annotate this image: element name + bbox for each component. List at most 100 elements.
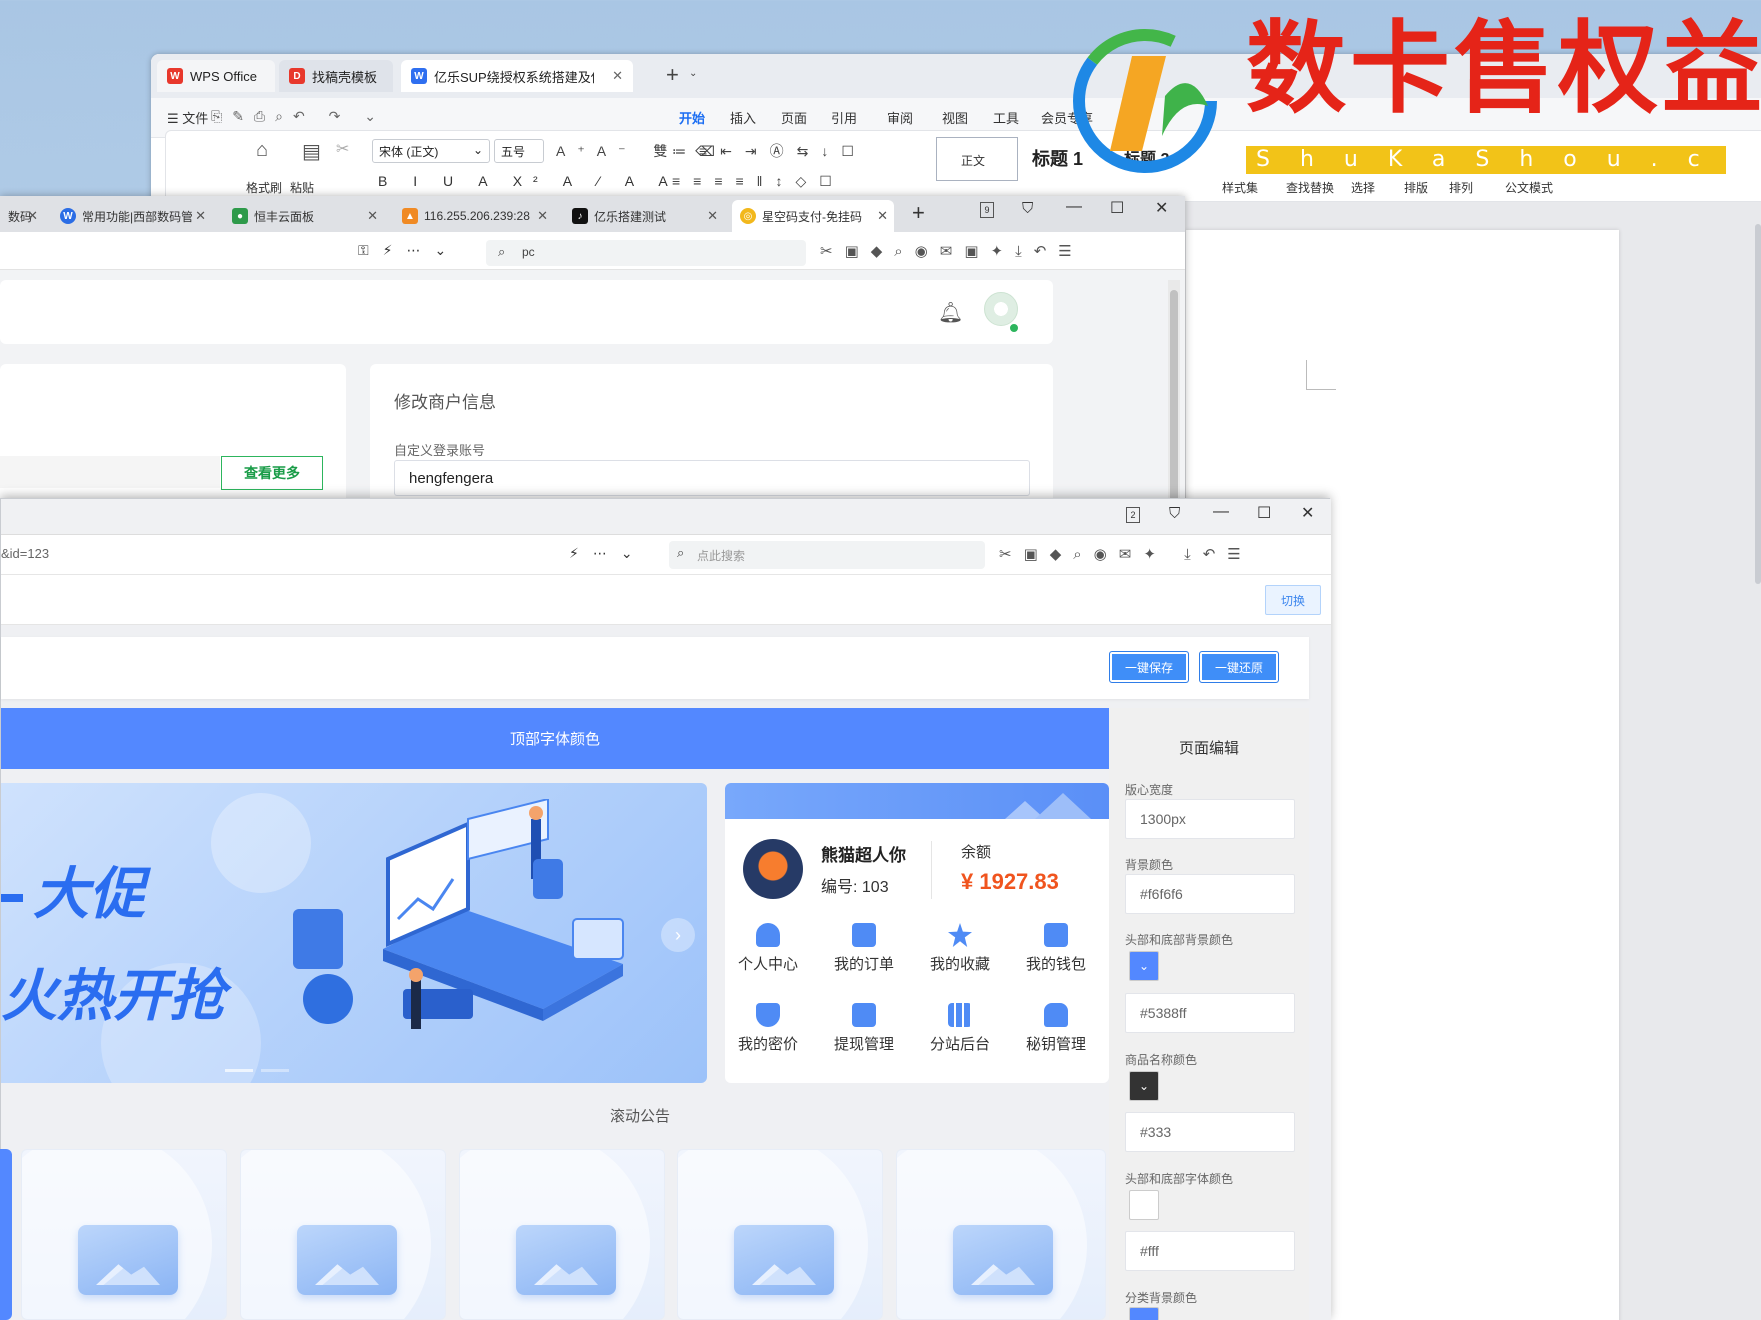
bell-icon[interactable]: 🔔︎	[938, 300, 963, 325]
browser1-toolbar-icons[interactable]: ✂▣◆⌕◉✉▣✦⤓↶☰	[820, 242, 1084, 260]
font-name-select[interactable]: 宋体 (正文) ⌄	[372, 139, 490, 163]
menu-reference[interactable]: 引用	[831, 108, 857, 127]
style-set-button[interactable]: 样式集	[1222, 179, 1258, 196]
carousel-dot[interactable]	[261, 1069, 289, 1072]
browser1-tab[interactable]: ▲ 116.255.206.239:28 ✕	[394, 200, 554, 232]
browser1-tab-active[interactable]: ◎ 星空码支付-免挂码 ✕	[732, 200, 894, 232]
list-icons[interactable]: ≔≡⇤⇥Ⓐ⇆↓☐	[672, 141, 867, 161]
maximize-icon[interactable]: ☐	[1257, 503, 1271, 523]
address-actions-icons[interactable]: ⚿⚡⋯⌄	[358, 242, 460, 259]
wps-tab-template[interactable]: D 找稿壳模板	[279, 60, 393, 92]
arrange-button[interactable]: 排列	[1449, 179, 1473, 196]
name-color-swatch[interactable]: ⌄	[1129, 1071, 1159, 1101]
browser1-tab[interactable]: ♪ 亿乐搭建测试 ✕	[564, 200, 724, 232]
menu-start[interactable]: 开始	[679, 108, 706, 135]
menu-tools[interactable]: 工具	[993, 108, 1019, 127]
maximize-icon[interactable]: ☐	[1110, 198, 1124, 218]
new-tab-icon[interactable]: +	[912, 200, 925, 226]
find-replace-button[interactable]: 查找替换	[1286, 179, 1334, 196]
chevron-right-icon[interactable]: ›	[661, 918, 695, 952]
browser1-tab[interactable]: ● 恒丰云面板 ✕	[224, 200, 384, 232]
close-icon[interactable]: ✕	[707, 208, 718, 224]
close-icon[interactable]: ✕	[537, 208, 548, 224]
style-normal[interactable]: 正文	[936, 137, 1018, 181]
browser1-search-input[interactable]: ⌕ pc	[486, 240, 806, 266]
url-field[interactable]: &id=123	[1, 546, 561, 572]
close-icon[interactable]: ✕	[367, 208, 378, 224]
shirt-skin-icon[interactable]: ⛉	[1169, 505, 1180, 522]
browser2-toolbar-icons[interactable]: ✂▣◆⌕◉✉✦ ⤓↶☰	[999, 545, 1253, 563]
chevron-down-icon[interactable]: ⌄	[689, 68, 697, 79]
browser2-search-input[interactable]: ⌕ 点此搜索	[669, 541, 985, 569]
product-thumbnail[interactable]	[896, 1149, 1106, 1320]
close-icon[interactable]: ✕	[195, 208, 206, 224]
login-account-input[interactable]: hengfengera	[394, 460, 1030, 496]
official-mode-button[interactable]: 公文模式	[1505, 179, 1553, 196]
menu-secret-key[interactable]: 秘钥管理	[1013, 1003, 1099, 1054]
product-thumbnail[interactable]	[240, 1149, 446, 1320]
select-button[interactable]: 选择	[1351, 179, 1375, 196]
user-avatar[interactable]	[743, 839, 803, 899]
tab-count-icon[interactable]: 2	[1126, 507, 1140, 523]
new-tab-icon[interactable]: +	[666, 62, 679, 88]
close-window-icon[interactable]: ✕	[1301, 503, 1314, 523]
close-window-icon[interactable]: ✕	[1155, 198, 1168, 218]
category-bg-swatch[interactable]	[1129, 1307, 1159, 1320]
minimize-icon[interactable]: —	[1066, 198, 1082, 216]
product-thumbnail[interactable]	[677, 1149, 883, 1320]
browser1-tab[interactable]: 数码 ✕	[0, 200, 44, 232]
margin-mark	[1306, 360, 1336, 390]
menu-insert[interactable]: 插入	[730, 108, 756, 127]
browser1-tab[interactable]: W 常用功能|西部数码管 ✕	[52, 200, 212, 232]
wps-tab-home[interactable]: W WPS Office	[157, 60, 275, 92]
close-icon[interactable]: ✕	[27, 208, 38, 224]
bg-color-input[interactable]: #f6f6f6	[1125, 874, 1295, 914]
text-format-icons[interactable]: B I U A X² A ⁄ A A	[378, 173, 679, 189]
avatar[interactable]	[984, 292, 1018, 326]
width-input[interactable]: 1300px	[1125, 799, 1295, 839]
shirt-skin-icon[interactable]: ⛉	[1022, 200, 1033, 217]
product-thumbnail[interactable]	[459, 1149, 665, 1320]
close-icon[interactable]: ✕	[612, 68, 623, 84]
tab-count-icon[interactable]: 9	[980, 202, 994, 218]
name-color-input[interactable]: #333	[1125, 1112, 1295, 1152]
close-icon[interactable]: ✕	[877, 208, 888, 224]
cut-icon[interactable]: ✂	[336, 139, 349, 159]
top-color-bar[interactable]: 顶部字体颜色	[1, 708, 1109, 769]
menu-page[interactable]: 页面	[781, 108, 807, 127]
paste-button[interactable]: 粘贴	[290, 179, 314, 196]
header-font-swatch[interactable]	[1129, 1190, 1159, 1220]
menu-my-wallet[interactable]: 我的钱包	[1013, 923, 1099, 974]
divider	[931, 841, 932, 899]
align-icons[interactable]: ≡≡≡≡‖↕◇☐	[672, 173, 845, 190]
quick-access-icons[interactable]: ⎘✎⎙⌕↶ ↷ ⌄	[211, 108, 386, 125]
header-bg-swatch[interactable]: ⌄	[1129, 951, 1159, 981]
menu-my-orders[interactable]: 我的订单	[821, 923, 907, 974]
restore-all-button[interactable]: 一键还原	[1199, 651, 1279, 683]
header-bg-input[interactable]: #5388ff	[1125, 993, 1295, 1033]
menu-substation[interactable]: 分站后台	[917, 1003, 1003, 1054]
view-more-button[interactable]: 查看更多	[221, 456, 323, 490]
font-size-select[interactable]: 五号	[494, 139, 544, 163]
promo-banner[interactable]: 大促 火热开抢 ›	[1, 783, 707, 1083]
thumb-partial[interactable]	[0, 1149, 12, 1320]
menu-my-favorites[interactable]: 我的收藏	[917, 923, 1003, 974]
menu-view[interactable]: 视图	[942, 108, 968, 127]
product-thumbnail[interactable]	[21, 1149, 227, 1320]
layout-button[interactable]: 排版	[1404, 179, 1428, 196]
header-font-input[interactable]: #fff	[1125, 1231, 1295, 1271]
minimize-icon[interactable]: —	[1213, 503, 1229, 521]
format-painter-button[interactable]: 格式刷	[246, 179, 282, 196]
menu-withdraw[interactable]: 提现管理	[821, 1003, 907, 1054]
menu-file[interactable]: ☰ 文件	[167, 108, 208, 127]
menu-review[interactable]: 审阅	[887, 108, 913, 127]
wps-scrollbar[interactable]	[1755, 224, 1761, 584]
save-all-button[interactable]: 一键保存	[1109, 651, 1189, 683]
menu-personal-center[interactable]: 个人中心	[725, 923, 811, 974]
scroll-thumb[interactable]	[1170, 290, 1178, 520]
carousel-dot[interactable]	[225, 1069, 253, 1072]
menu-my-price[interactable]: 我的密价	[725, 1003, 811, 1054]
address-actions-icons[interactable]: ⚡⋯⌄	[569, 545, 647, 562]
switch-button[interactable]: 切换	[1265, 585, 1321, 615]
wps-tab-document[interactable]: W 亿乐SUP绕授权系统搭建及使用 ✕	[401, 60, 633, 92]
